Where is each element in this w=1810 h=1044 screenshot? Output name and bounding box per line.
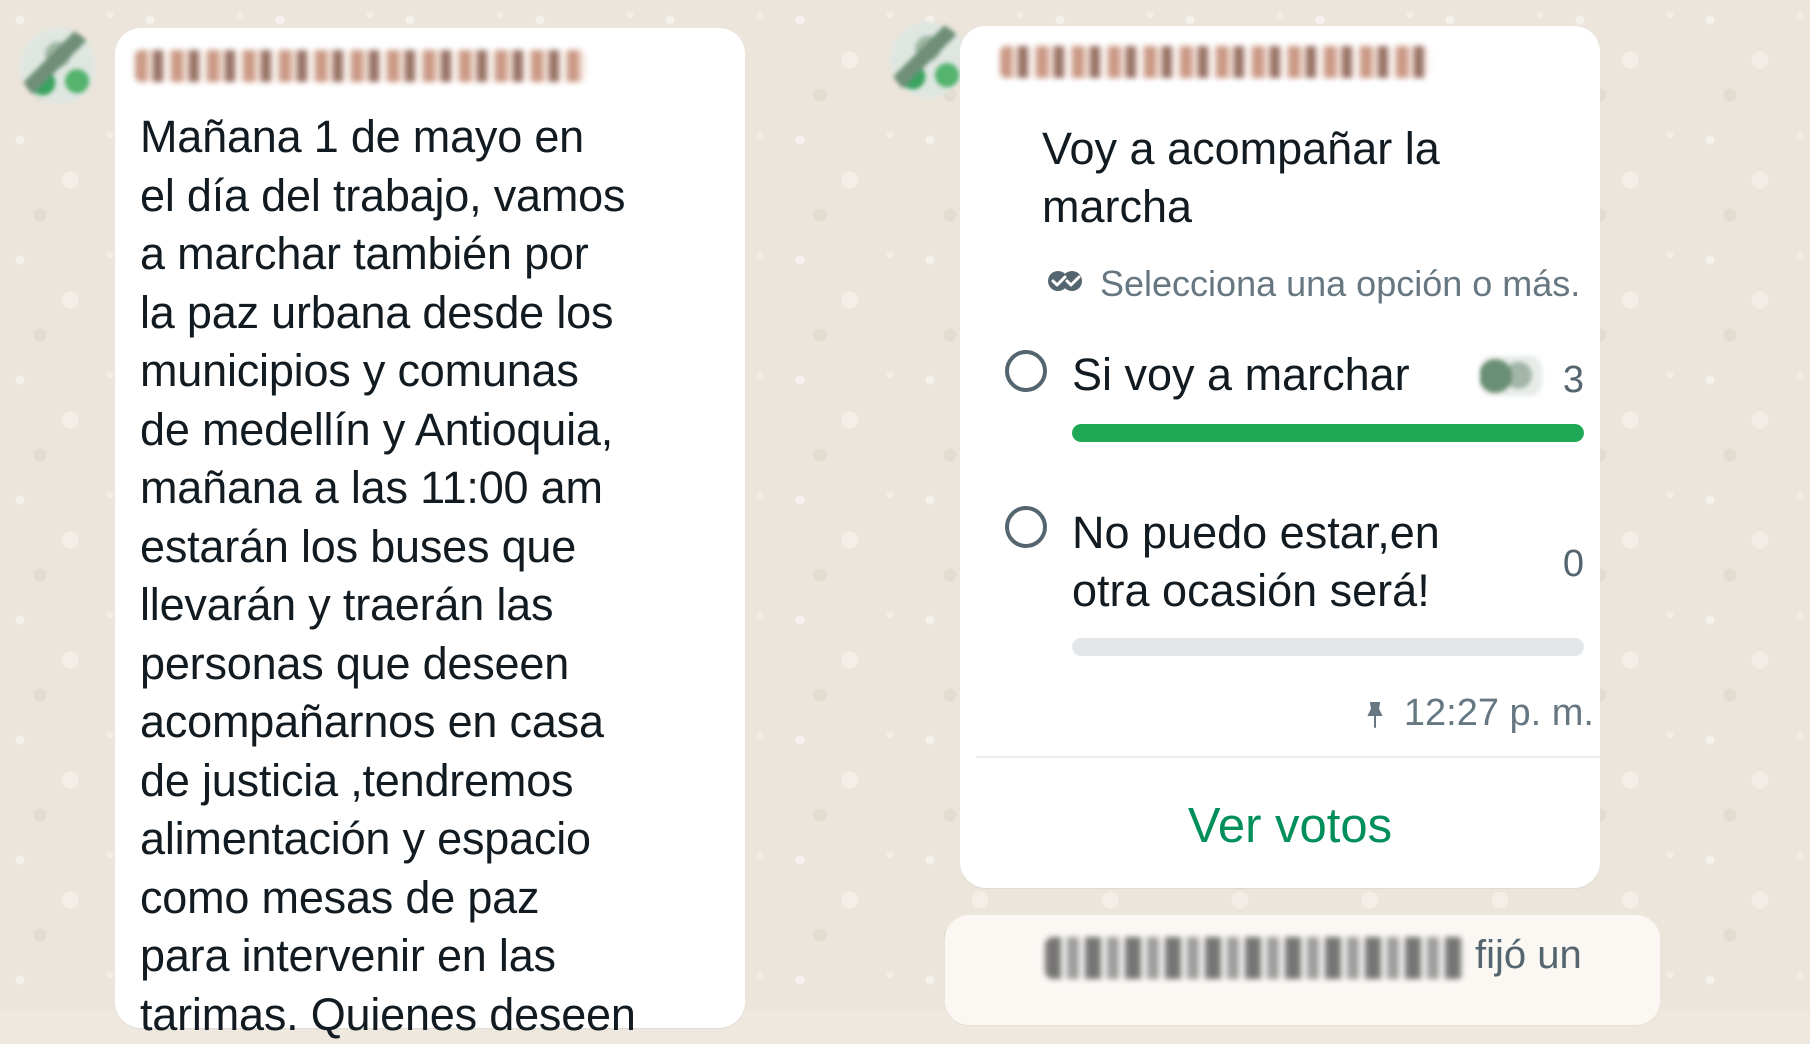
poll-sender-avatar[interactable] xyxy=(890,22,966,98)
poll-option-1-progress-track xyxy=(1072,424,1584,442)
poll-option-2-radio[interactable] xyxy=(1005,506,1047,548)
system-message-bubble: fijó un xyxy=(945,915,1660,1025)
system-message-text: fijó un xyxy=(1475,933,1582,977)
poll-option-1-voter-avatars[interactable] xyxy=(1480,356,1542,396)
view-votes-button[interactable]: Ver votos xyxy=(1100,795,1480,857)
message-time: 12:27 p. m. xyxy=(1403,692,1594,734)
poll-option-1-label[interactable]: Si voy a marchar xyxy=(1072,346,1492,404)
poll-option-1-count[interactable]: 3 xyxy=(1548,356,1584,404)
sender-avatar[interactable] xyxy=(20,28,96,104)
blurred-sender-name xyxy=(135,50,585,82)
double-check-icon xyxy=(1048,271,1082,291)
poll-instruction: Selecciona una opción o más. xyxy=(1100,263,1581,304)
message-time-row: 12:27 p. m. xyxy=(1367,690,1594,736)
pin-icon xyxy=(1367,702,1383,728)
blurred-poll-sender-name xyxy=(1000,46,1430,78)
blurred-system-sender-name xyxy=(1045,937,1465,979)
poll-divider xyxy=(976,756,1600,758)
poll-option-2-progress-track xyxy=(1072,638,1584,656)
poll-option-2-count[interactable]: 0 xyxy=(1538,540,1584,588)
poll-option-2-label[interactable]: No puedo estar,en otra ocasión será! xyxy=(1072,504,1492,620)
message-text: Mañana 1 de mayo en el día del trabajo, … xyxy=(140,111,636,1040)
poll-option-1-progress-fill xyxy=(1072,424,1584,442)
poll-option-1-radio[interactable] xyxy=(1005,350,1047,392)
poll-question: Voy a acompañar la marcha xyxy=(1042,123,1440,232)
